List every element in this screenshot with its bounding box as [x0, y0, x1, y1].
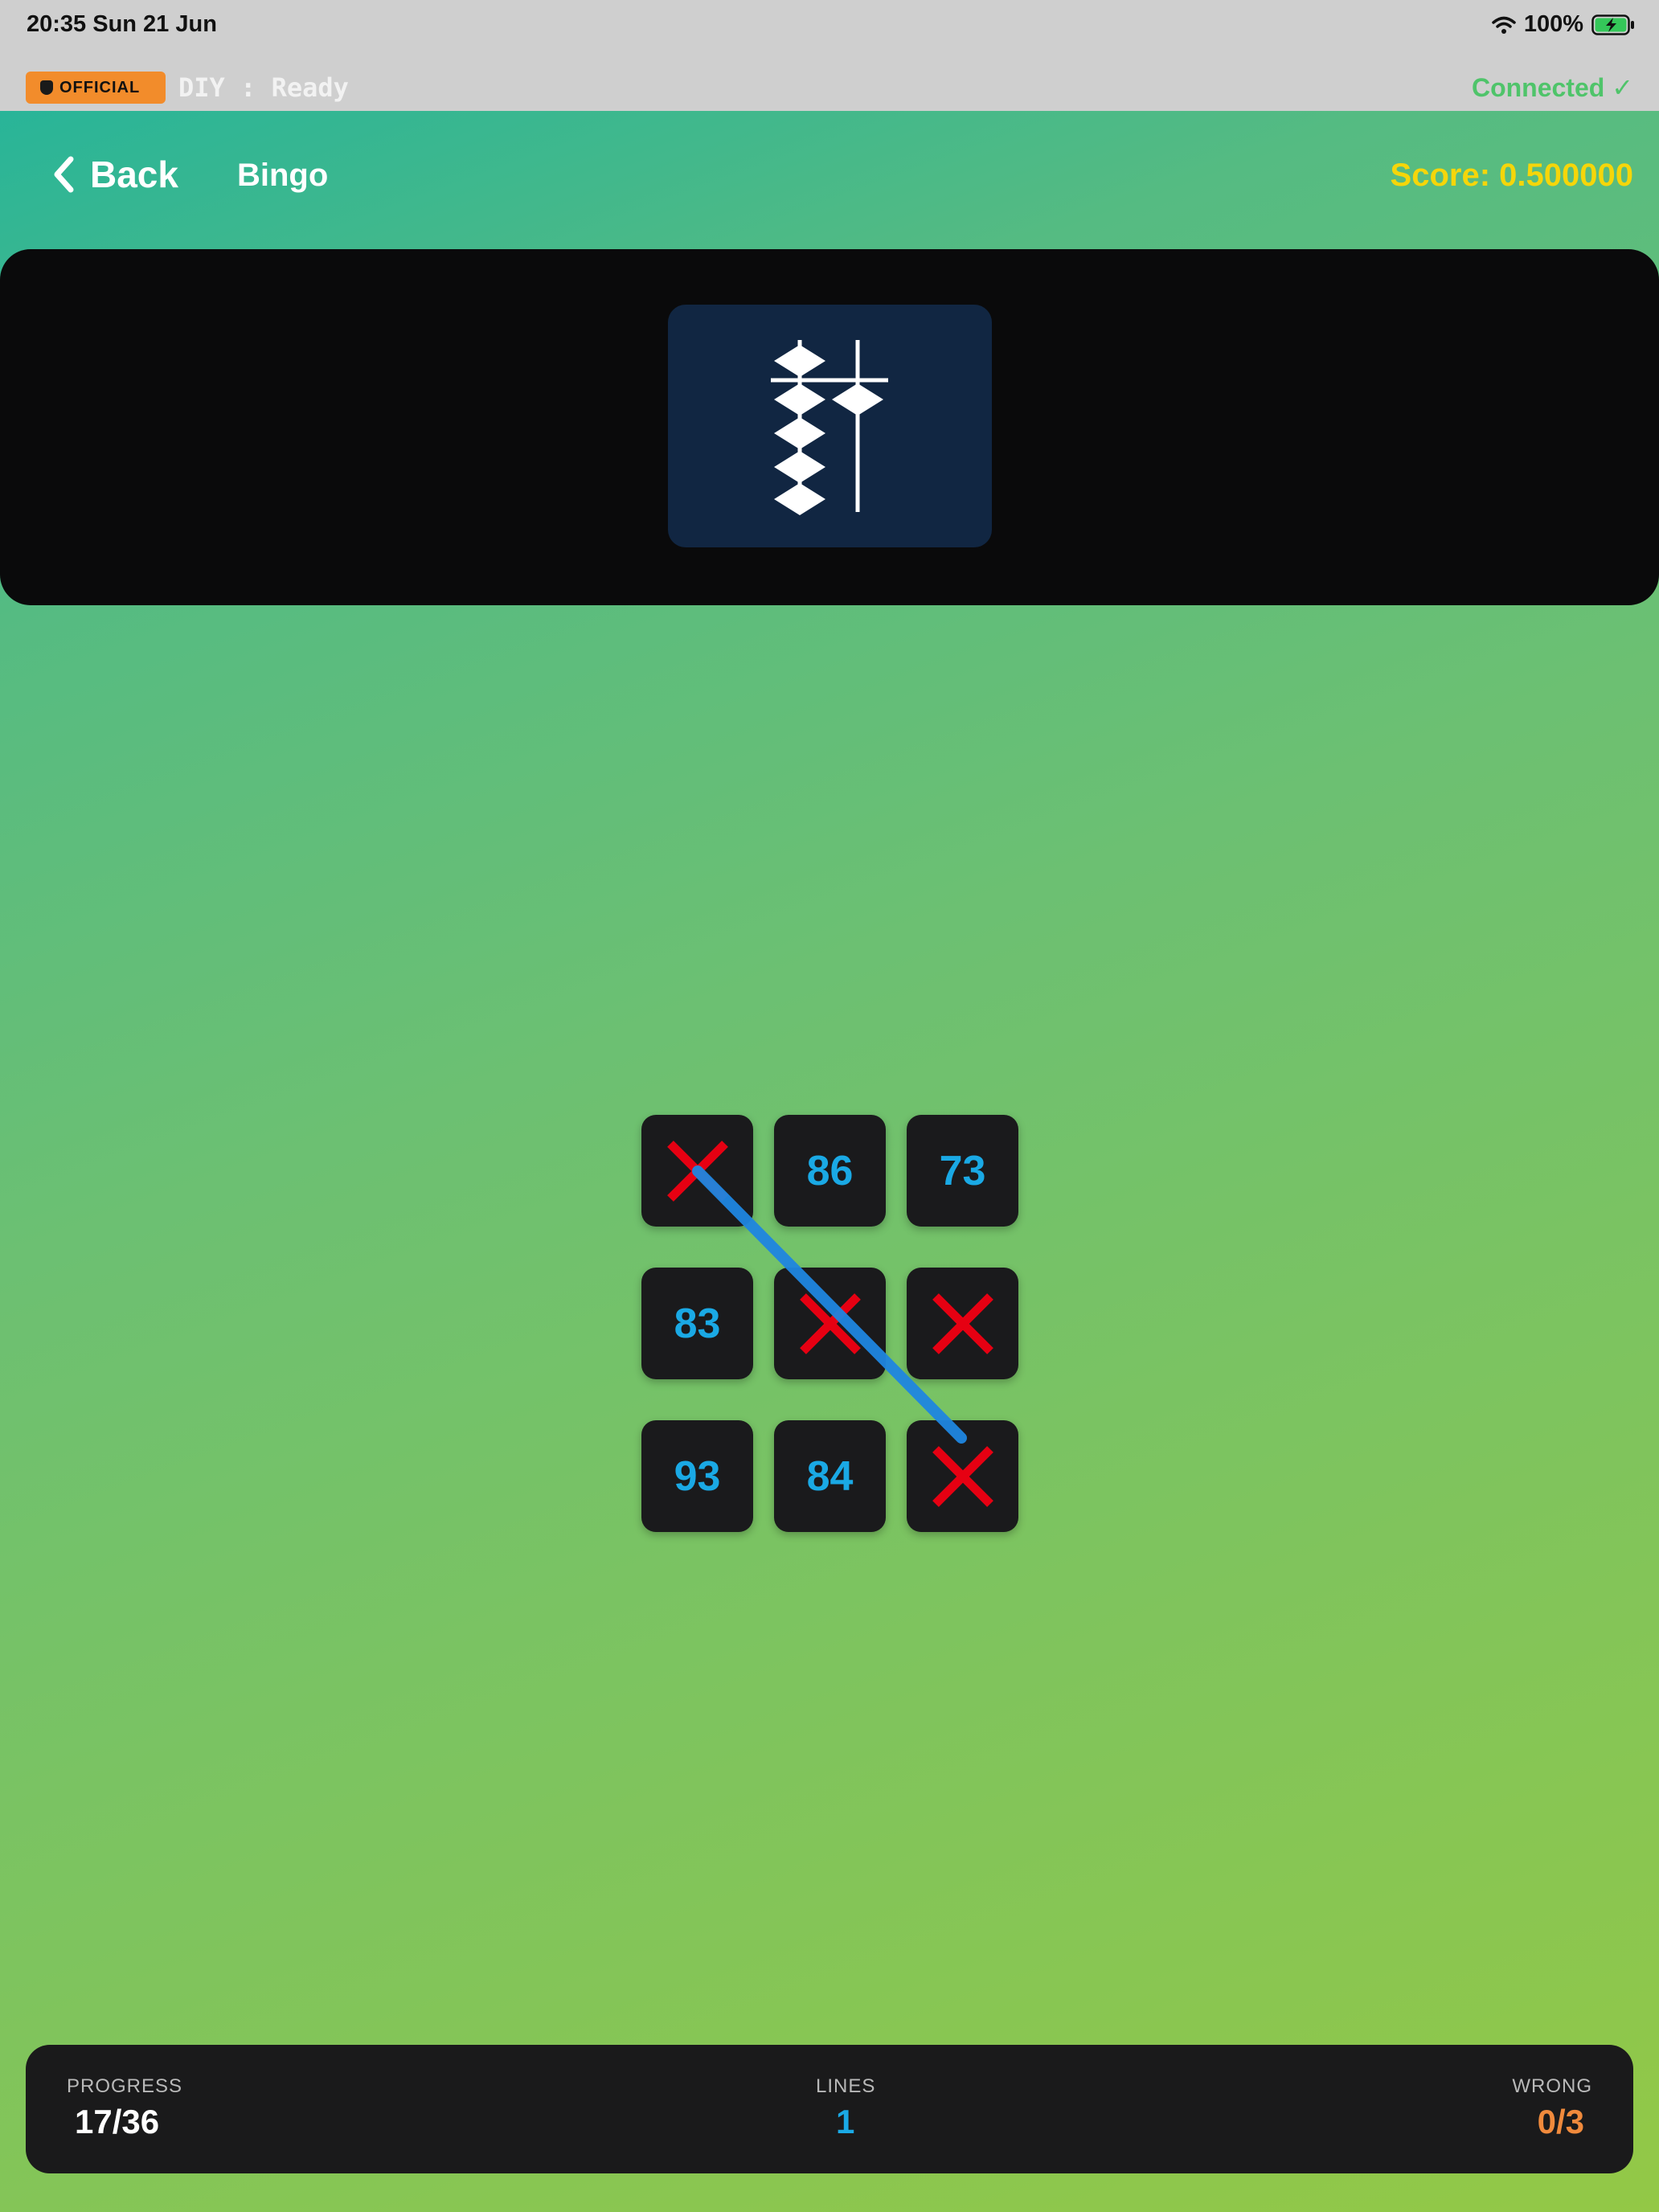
shield-icon — [40, 80, 53, 95]
x-mark-icon — [932, 1445, 993, 1507]
cell-number: 86 — [806, 1147, 854, 1194]
bingo-cell-3[interactable]: 73 — [907, 1115, 1018, 1227]
x-mark-icon — [666, 1140, 728, 1202]
mode-status: DIY : Ready — [178, 72, 349, 103]
battery-charging-icon — [1591, 14, 1634, 35]
x-mark-icon — [799, 1292, 861, 1354]
cell-number: 83 — [674, 1300, 721, 1347]
status-bar: 20:35 Sun 21 Jun 100% OFFICIAL DIY : Rea… — [0, 0, 1659, 111]
wifi-icon — [1492, 16, 1516, 34]
bingo-cell-7[interactable]: 93 — [641, 1420, 753, 1532]
cell-number: 73 — [939, 1147, 986, 1194]
wrong-value: 0/3 — [1537, 2103, 1584, 2140]
connection-status: Connected ✓ — [1471, 73, 1633, 102]
score-display: Score: 0.500000 — [1390, 158, 1633, 193]
bingo-cell-4[interactable]: 83 — [641, 1268, 753, 1379]
bingo-cell-5[interactable] — [774, 1268, 886, 1379]
status-indicators: 100% — [1492, 11, 1635, 38]
battery-percent: 100% — [1523, 11, 1583, 37]
lines-label: LINES — [816, 2075, 876, 2097]
lines-value: 1 — [836, 2103, 855, 2140]
back-button-label: Back — [90, 154, 178, 195]
status-time: 20:35 Sun 21 Jun — [27, 11, 217, 37]
bingo-cell-1[interactable] — [641, 1115, 753, 1227]
x-mark-icon — [932, 1292, 993, 1354]
cell-number: 93 — [674, 1452, 721, 1500]
bingo-cell-6[interactable] — [907, 1268, 1018, 1379]
wrong-label: WRONG — [1512, 2075, 1592, 2097]
bingo-cell-8[interactable]: 84 — [774, 1420, 886, 1532]
abacus-icon — [771, 340, 888, 515]
bingo-cell-9[interactable] — [907, 1420, 1018, 1532]
bingo-cell-2[interactable]: 86 — [774, 1115, 886, 1227]
page-title: Bingo — [237, 158, 329, 193]
progress-label: PROGRESS — [67, 2075, 183, 2097]
chevron-left-icon — [54, 156, 74, 193]
abacus-card — [668, 305, 992, 547]
stats-bar: PROGRESS 17/36 LINES 1 WRONG 0/3 — [26, 2045, 1633, 2173]
progress-value: 17/36 — [75, 2103, 160, 2140]
back-button[interactable]: Back — [51, 153, 178, 196]
cell-number: 84 — [806, 1452, 854, 1500]
official-badge: OFFICIAL — [26, 72, 166, 104]
official-badge-label: OFFICIAL — [59, 78, 141, 96]
